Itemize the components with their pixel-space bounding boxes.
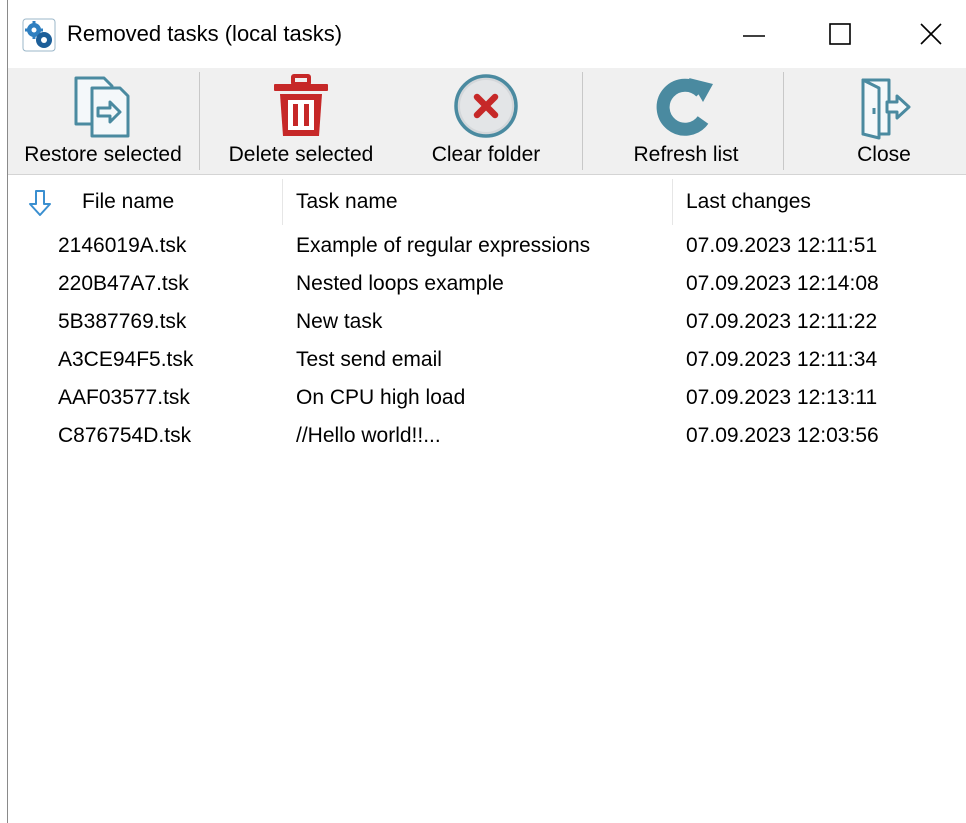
column-header-last-changes[interactable]: Last changes xyxy=(686,175,956,229)
delete-selected-label: Delete selected xyxy=(228,143,374,166)
close-window-button[interactable] xyxy=(901,12,961,56)
delete-selected-button[interactable]: Delete selected xyxy=(208,68,394,174)
table-row[interactable]: 5B387769.tsk New task 07.09.2023 12:11:2… xyxy=(8,303,966,341)
table-row[interactable]: A3CE94F5.tsk Test send email 07.09.2023 … xyxy=(8,341,966,379)
minimize-button[interactable] xyxy=(724,12,784,56)
file-name-cell: C876754D.tsk xyxy=(58,424,192,447)
close-button[interactable]: Close xyxy=(804,68,964,174)
table-row[interactable]: 220B47A7.tsk Nested loops example 07.09.… xyxy=(8,265,966,303)
file-name-cell: A3CE94F5.tsk xyxy=(58,348,194,371)
toolbar-separator xyxy=(582,72,583,170)
toolbar-separator xyxy=(783,72,784,170)
clear-folder-button[interactable]: Clear folder xyxy=(403,68,569,174)
restore-icon xyxy=(68,72,138,142)
refresh-icon xyxy=(651,72,721,142)
clear-folder-label: Clear folder xyxy=(431,143,541,166)
app-gears-icon xyxy=(22,18,56,52)
table-row[interactable]: C876754D.tsk //Hello world!!... 07.09.20… xyxy=(8,417,966,455)
refresh-list-label: Refresh list xyxy=(633,143,739,166)
toolbar-separator xyxy=(199,72,200,170)
task-name-cell: //Hello world!!... xyxy=(296,424,441,447)
task-name-cell: Nested loops example xyxy=(296,272,504,295)
column-header-task-name[interactable]: Task name xyxy=(296,175,672,229)
file-name-cell: 220B47A7.tsk xyxy=(58,272,189,295)
last-changes-cell: 07.09.2023 12:03:56 xyxy=(686,424,879,447)
task-name-cell: Example of regular expressions xyxy=(296,234,591,257)
close-label: Close xyxy=(857,143,911,166)
last-changes-cell: 07.09.2023 12:13:11 xyxy=(686,386,878,409)
clear-x-circle-icon xyxy=(451,72,521,142)
maximize-button[interactable] xyxy=(810,12,870,56)
title-bar[interactable]: Removed tasks (local tasks) xyxy=(8,0,966,68)
task-name-cell: New task xyxy=(296,310,383,333)
task-name-cell: Test send email xyxy=(296,348,442,371)
toolbar: Restore selected Delete selected Clear f… xyxy=(8,68,966,175)
file-name-cell: 2146019A.tsk xyxy=(58,234,187,257)
sort-down-arrow-icon[interactable] xyxy=(28,189,52,217)
file-name-cell: 5B387769.tsk xyxy=(58,310,187,333)
trash-icon xyxy=(266,72,336,142)
restore-selected-label: Restore selected xyxy=(24,143,182,166)
table-row[interactable]: AAF03577.tsk On CPU high load 07.09.2023… xyxy=(8,379,966,417)
restore-selected-button[interactable]: Restore selected xyxy=(10,68,196,174)
removed-tasks-list[interactable]: File name Task name Last changes 2146019… xyxy=(8,175,966,823)
removed-tasks-window: Removed tasks (local tasks) Restore sele… xyxy=(7,0,966,823)
exit-door-icon xyxy=(849,72,919,142)
table-row[interactable]: 2146019A.tsk Example of regular expressi… xyxy=(8,227,966,265)
column-header-file-name[interactable]: File name xyxy=(82,175,282,229)
file-name-cell: AAF03577.tsk xyxy=(58,386,190,409)
last-changes-cell: 07.09.2023 12:14:08 xyxy=(686,272,879,295)
minimize-icon xyxy=(743,35,765,37)
maximize-icon xyxy=(829,23,851,45)
last-changes-cell: 07.09.2023 12:11:22 xyxy=(686,310,878,333)
column-divider[interactable] xyxy=(672,179,673,225)
window-title: Removed tasks (local tasks) xyxy=(67,21,343,46)
last-changes-cell: 07.09.2023 12:11:51 xyxy=(686,234,878,257)
task-name-cell: On CPU high load xyxy=(296,386,466,409)
close-icon xyxy=(920,23,942,45)
refresh-list-button[interactable]: Refresh list xyxy=(598,68,774,174)
last-changes-cell: 07.09.2023 12:11:34 xyxy=(686,348,878,371)
column-divider[interactable] xyxy=(282,179,283,225)
